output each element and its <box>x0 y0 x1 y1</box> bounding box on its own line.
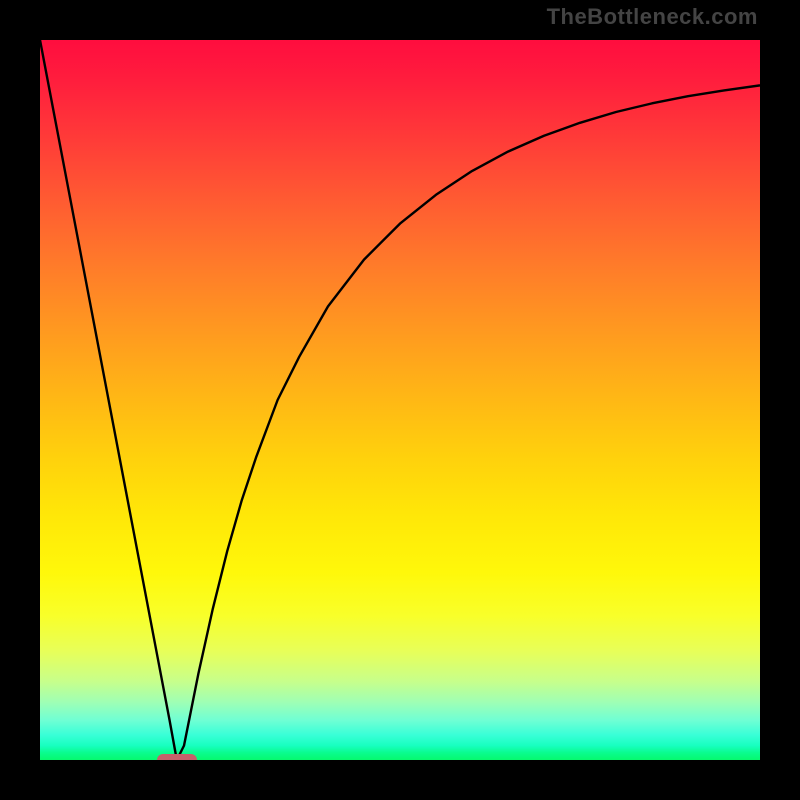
watermark-text: TheBottleneck.com <box>547 4 758 30</box>
optimal-marker <box>157 754 197 760</box>
plot-area <box>40 40 760 760</box>
bottleneck-curve <box>40 40 760 760</box>
curve-path <box>40 40 760 760</box>
chart-frame: TheBottleneck.com <box>0 0 800 800</box>
